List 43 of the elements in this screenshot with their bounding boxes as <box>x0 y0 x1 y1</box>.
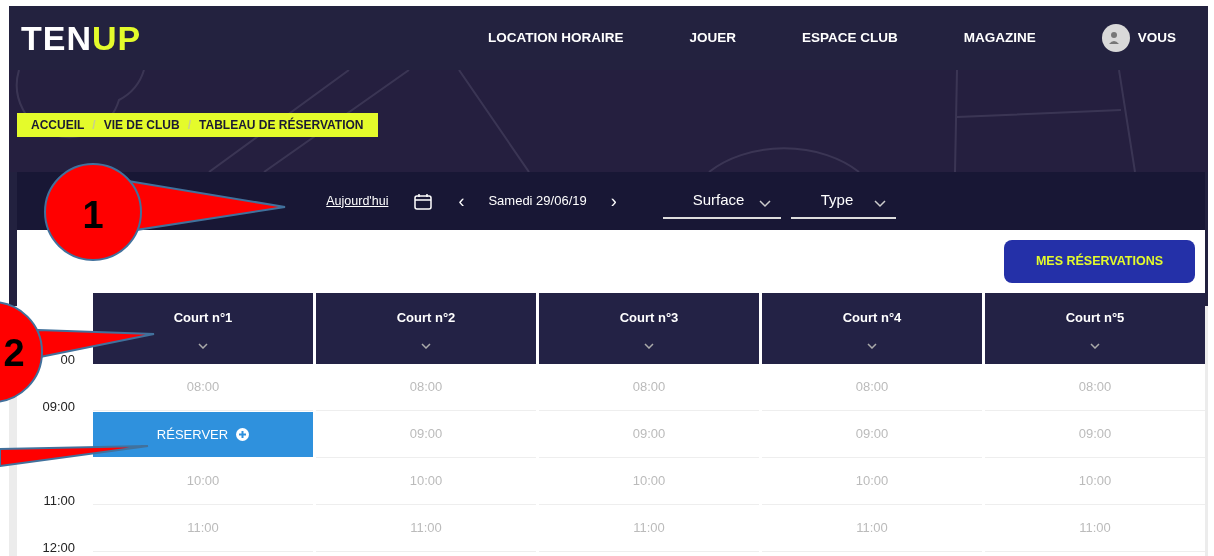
logo[interactable]: TENUP <box>21 21 142 55</box>
today-link[interactable]: Aujourd'hui <box>326 191 389 211</box>
my-reservations-button[interactable]: MES RÉSERVATIONS <box>1003 240 1195 283</box>
filter-dropdown[interactable]: Type <box>790 182 896 220</box>
chevron-down-icon <box>873 200 886 208</box>
chevron-down-icon <box>867 343 877 350</box>
nav-link[interactable]: ESPACE CLUB <box>801 27 898 49</box>
chevron-down-icon <box>1090 343 1100 350</box>
next-day-button[interactable]: › <box>610 192 617 210</box>
calendar-icon[interactable] <box>414 192 433 210</box>
chevron-down-icon <box>644 343 654 350</box>
callout-badge: 1 <box>44 163 286 261</box>
breadcrumb-link[interactable]: VIE DE CLUB <box>103 116 180 134</box>
court-header[interactable]: Court n°5 <box>985 292 1205 364</box>
court-name: Court n°1 <box>173 308 233 327</box>
breadcrumb-separator: / <box>187 117 192 134</box>
previous-day-button[interactable]: ‹ <box>458 192 465 210</box>
nav-link[interactable]: MAGAZINE <box>963 27 1036 49</box>
court-header[interactable]: Court n°3 <box>539 292 759 364</box>
chevron-down-icon <box>198 343 208 350</box>
court-name: Court n°3 <box>619 308 679 327</box>
chevron-down-icon <box>758 200 771 208</box>
breadcrumb-separator: / <box>92 117 96 134</box>
breadcrumb-current[interactable]: TABLEAU DE RÉSERVATION <box>199 116 364 134</box>
nav-link[interactable]: LOCATION HORAIRE <box>487 27 624 49</box>
time-label: 00 <box>59 351 75 369</box>
avatar-icon <box>1101 24 1130 52</box>
court-header[interactable]: Court n°2 <box>316 292 536 364</box>
court-header[interactable]: Court n°4 <box>762 292 982 364</box>
filter-dropdown[interactable]: Surface <box>662 182 781 220</box>
time-label: 12:00 <box>41 539 75 556</box>
time-label: 11:00 <box>42 492 75 510</box>
nav-link[interactable]: JOUER <box>689 27 736 49</box>
court-header[interactable]: Court n°1 <box>93 292 313 364</box>
chevron-down-icon <box>421 343 431 350</box>
court-name: Court n°5 <box>1065 308 1125 327</box>
breadcrumb-link[interactable]: ACCUEIL <box>31 116 85 134</box>
date-label: Samedi 29/06/19 <box>488 192 587 211</box>
court-name: Court n°2 <box>396 308 456 327</box>
account-link[interactable]: VOUS <box>1101 24 1176 52</box>
time-label: 09:00 <box>41 398 75 416</box>
plus-circle-icon <box>236 427 250 441</box>
court-name: Court n°4 <box>842 308 902 327</box>
